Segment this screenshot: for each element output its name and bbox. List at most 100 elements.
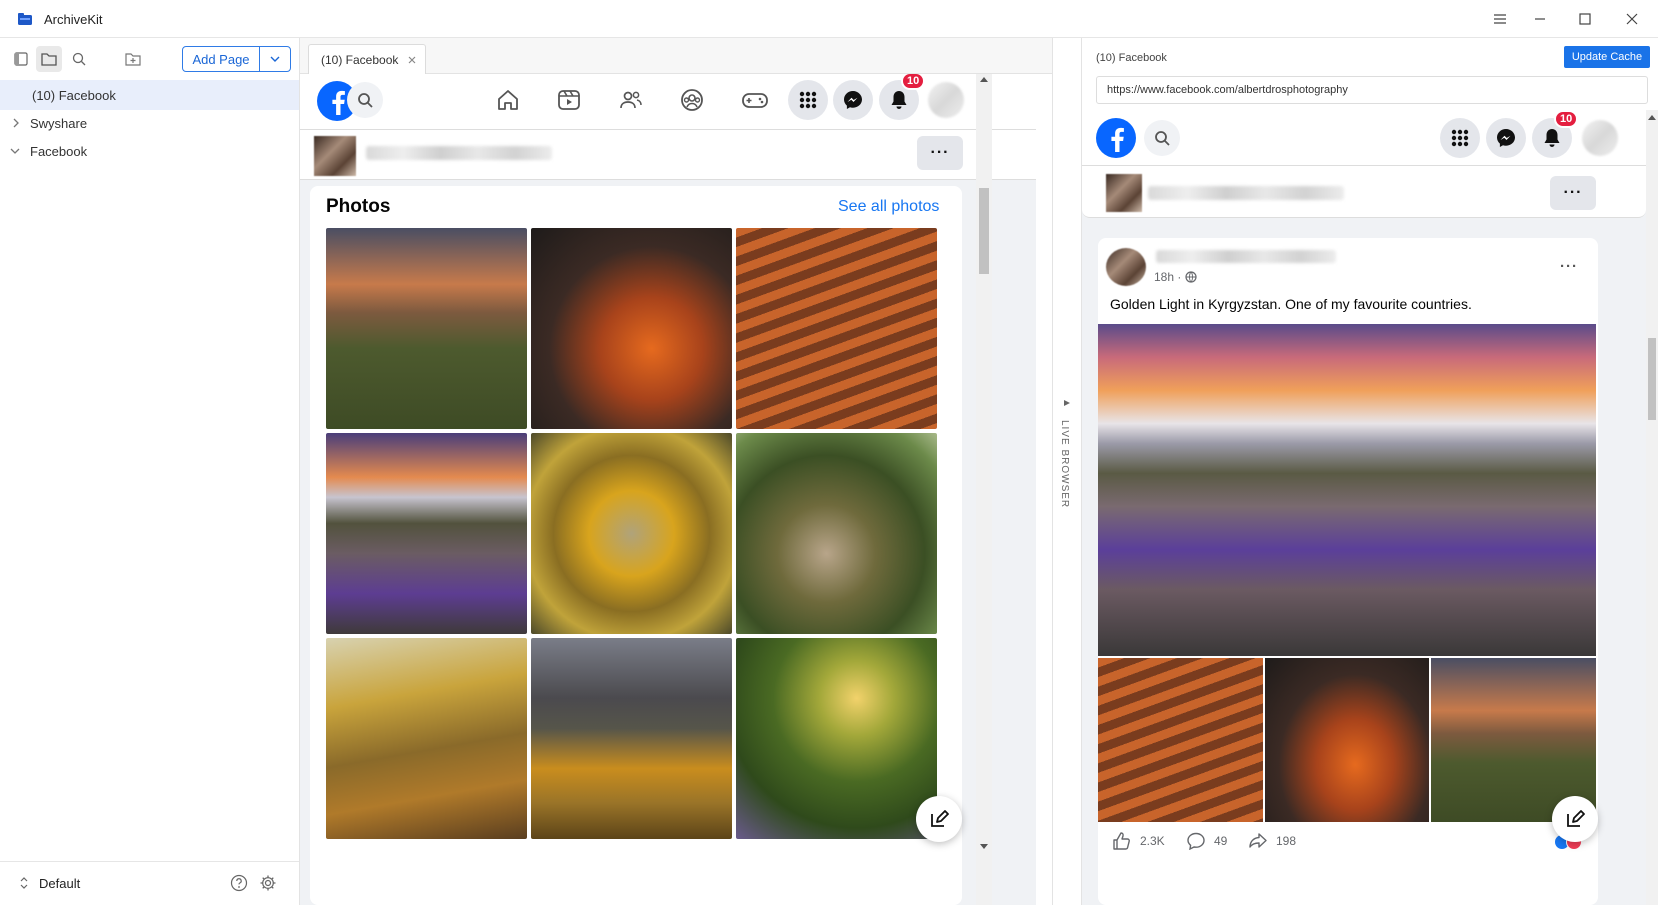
menu-grid-icon[interactable] <box>788 80 828 120</box>
post-main-image[interactable] <box>1098 324 1596 656</box>
groups-icon[interactable] <box>680 88 704 112</box>
close-tab-icon[interactable] <box>408 56 416 64</box>
facebook-navbar: 10 <box>300 74 1036 130</box>
live-browser-label: LIVE BROWSER <box>1059 420 1070 509</box>
page-name-blurred <box>366 146 552 160</box>
photo-thumbnail[interactable] <box>531 433 732 634</box>
sidebar: Add Page (10) Facebook Swyshare Facebook… <box>0 38 300 905</box>
add-page-button-group: Add Page <box>182 46 291 72</box>
video-icon[interactable] <box>557 88 581 112</box>
photo-thumbnail[interactable] <box>736 228 937 429</box>
profile-avatar[interactable] <box>1582 120 1618 156</box>
title-bar: ArchiveKit <box>0 0 1658 38</box>
toggle-sidebar-icon[interactable] <box>8 46 34 72</box>
scrollbar-thumb[interactable] <box>979 188 989 274</box>
add-page-button[interactable]: Add Page <box>183 47 260 71</box>
compose-button[interactable] <box>1552 796 1598 842</box>
updown-chevron-icon <box>20 877 28 889</box>
compose-edit-icon <box>1567 810 1585 827</box>
live-page-title: (10) Facebook <box>1096 52 1167 64</box>
facebook-logo-icon[interactable] <box>1096 118 1136 158</box>
photo-thumbnail[interactable] <box>531 228 732 429</box>
add-page-dropdown[interactable] <box>260 47 290 71</box>
page-header-bar: ··· <box>1082 166 1646 218</box>
messenger-icon[interactable] <box>833 80 873 120</box>
folder-icon[interactable] <box>36 46 62 72</box>
globe-icon <box>1185 271 1197 283</box>
chevron-right-icon[interactable] <box>12 118 20 128</box>
facebook-search-icon[interactable] <box>347 82 383 118</box>
like-thumb-icon <box>1113 832 1130 850</box>
photo-thumbnail[interactable] <box>326 433 527 634</box>
scroll-up-arrow-icon[interactable] <box>980 76 988 82</box>
close-window-button[interactable] <box>1612 6 1652 32</box>
post-image-thumbnail[interactable] <box>1098 658 1263 822</box>
post-more-icon[interactable]: ··· <box>1560 258 1578 275</box>
minimize-button[interactable] <box>1520 6 1560 32</box>
page-avatar[interactable] <box>314 136 356 176</box>
workspace-label[interactable]: Default <box>39 876 80 891</box>
update-cache-button[interactable]: Update Cache <box>1564 46 1650 68</box>
page-header-bar: ··· <box>300 130 1036 180</box>
like-action[interactable]: 2.3K <box>1112 832 1165 850</box>
url-field[interactable]: https://www.facebook.com/albertdrosphoto… <box>1096 76 1648 104</box>
menu-icon[interactable] <box>1480 6 1520 32</box>
collapse-arrow-icon[interactable] <box>1064 400 1070 406</box>
share-action[interactable]: 198 <box>1248 832 1296 850</box>
chevron-down-icon[interactable] <box>10 147 20 155</box>
compose-button[interactable] <box>916 796 962 842</box>
tree-item-facebook-page[interactable]: (10) Facebook <box>0 80 299 110</box>
photo-thumbnail[interactable] <box>736 638 937 839</box>
tree-item-facebook-folder[interactable]: Facebook <box>0 136 299 166</box>
comment-count: 49 <box>1214 834 1228 848</box>
facebook-search-icon[interactable] <box>1144 120 1180 156</box>
maximize-button[interactable] <box>1565 6 1605 32</box>
post-author-avatar[interactable] <box>1106 248 1146 286</box>
photo-thumbnail[interactable] <box>531 638 732 839</box>
menu-grid-icon[interactable] <box>1440 118 1480 158</box>
notification-badge: 10 <box>1554 110 1579 128</box>
settings-gear-icon[interactable] <box>259 874 277 892</box>
friends-icon[interactable] <box>619 88 643 112</box>
help-icon[interactable] <box>230 874 248 892</box>
post-card: 18h · ··· Golden Light in Kyrgyzstan. On… <box>1098 238 1598 905</box>
scrollbar[interactable] <box>976 74 992 905</box>
add-folder-icon[interactable] <box>120 46 146 72</box>
tree-item-swyshare[interactable]: Swyshare <box>0 108 299 138</box>
gaming-icon[interactable] <box>741 88 769 112</box>
more-options-button[interactable]: ··· <box>917 136 963 170</box>
messenger-icon[interactable] <box>1486 118 1526 158</box>
tab-bar: (10) Facebook <box>300 38 1052 74</box>
notification-badge: 10 <box>901 74 926 90</box>
post-meta: 18h · <box>1154 270 1197 284</box>
tree-item-label: Facebook <box>30 143 88 159</box>
post-text: Golden Light in Kyrgyzstan. One of my fa… <box>1110 296 1472 312</box>
comment-action[interactable]: 49 <box>1186 832 1227 850</box>
photos-heading: Photos <box>326 196 391 217</box>
profile-avatar[interactable] <box>928 82 964 118</box>
tab-facebook[interactable]: (10) Facebook <box>308 44 426 74</box>
see-all-photos-link[interactable]: See all photos <box>838 198 939 216</box>
scroll-up-arrow-icon[interactable] <box>1648 114 1656 120</box>
app-logo-icon <box>18 13 32 25</box>
scrollbar-thumb[interactable] <box>1648 338 1656 420</box>
search-icon[interactable] <box>66 46 92 72</box>
live-scrollbar[interactable] <box>1646 110 1658 905</box>
post-image-thumbnail[interactable] <box>1265 658 1429 822</box>
post-time: 18h · <box>1154 270 1182 284</box>
facebook-navbar: 10 <box>1082 110 1646 166</box>
photo-thumbnail[interactable] <box>736 433 937 634</box>
photo-thumbnail[interactable] <box>326 638 527 839</box>
post-author-blurred[interactable] <box>1156 250 1336 263</box>
photos-card: Photos See all photos <box>310 186 962 905</box>
home-icon[interactable] <box>496 88 520 112</box>
photo-thumbnail[interactable] <box>326 228 527 429</box>
scroll-down-arrow-icon[interactable] <box>980 844 988 850</box>
share-arrow-icon <box>1249 833 1267 848</box>
webpage-view: 10 ··· Photos See all photos <box>300 74 1036 905</box>
workspace-switcher[interactable] <box>20 876 28 890</box>
more-options-button[interactable]: ··· <box>1550 176 1596 210</box>
page-name-blurred <box>1148 186 1344 200</box>
sidebar-footer: Default <box>0 861 299 905</box>
page-avatar[interactable] <box>1106 174 1142 212</box>
